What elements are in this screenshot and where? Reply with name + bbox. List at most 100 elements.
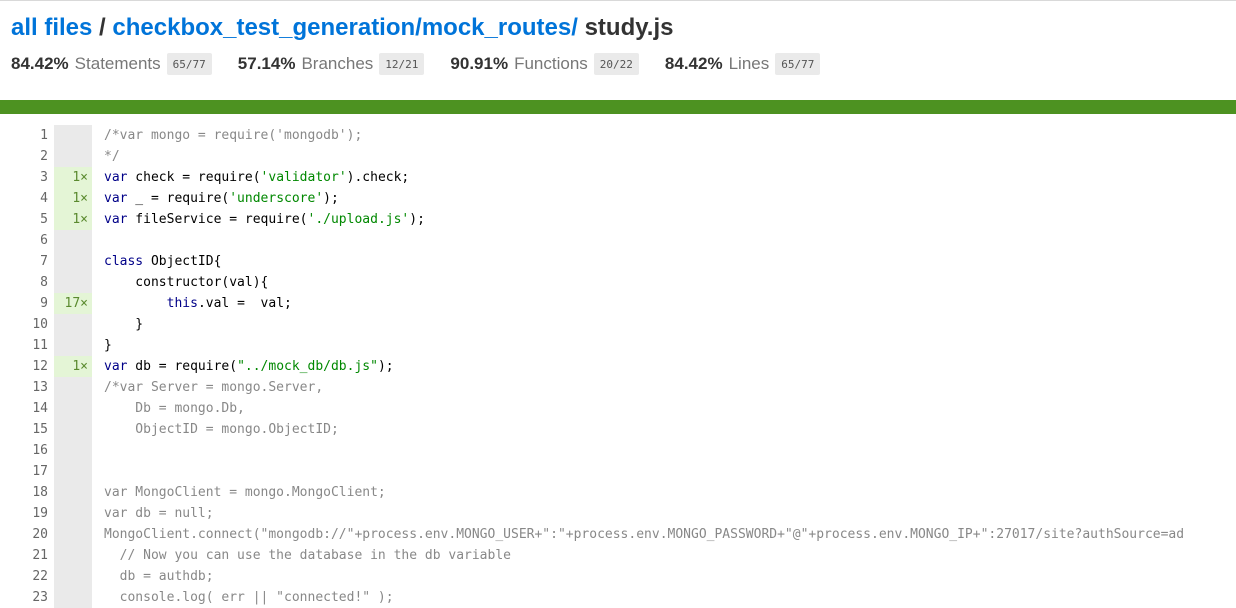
line-number[interactable]: 19 [0,506,48,521]
hit-count [54,230,92,251]
hit-count [54,251,92,272]
statements-percent: 84.42% [11,54,69,73]
source-text: var fileService = require('./upload.js')… [104,212,425,227]
line-number[interactable]: 1 [0,128,48,143]
source-text: Db = mongo.Db, [104,401,245,416]
line-number[interactable]: 21 [0,548,48,563]
source-code-view: 1 /*var mongo = require('mongodb'); 2 */ 3 1×… [0,125,1236,608]
code-line: 2 */ [0,146,1236,167]
functions-label: Functions [514,54,588,73]
hit-count [54,419,92,440]
line-number[interactable]: 8 [0,275,48,290]
code-token: var MongoClient = mongo.MongoClient; [104,485,386,500]
code-line: 21 // Now you can use the database in th… [0,545,1236,566]
line-number[interactable]: 10 [0,317,48,332]
code-token: var db = null; [104,506,214,521]
source-text: /*var mongo = require('mongodb'); [104,128,362,143]
functions-percent: 90.91% [450,54,509,73]
code-line: 17 [0,461,1236,482]
code-line: 14 Db = mongo.Db, [0,398,1236,419]
code-token: } [104,338,112,353]
lines-label: Lines [728,54,770,73]
code-line: 3 1× var check = require('validator').chec… [0,167,1236,188]
source-text: */ [104,149,120,164]
line-number[interactable]: 15 [0,422,48,437]
line-number[interactable]: 13 [0,380,48,395]
breadcrumb-current-file: study.js [577,14,674,41]
source-text: class ObjectID{ [104,254,221,269]
breadcrumb-separator: / [92,14,113,41]
code-token: MongoClient.connect("mongodb://"+process… [104,527,1185,542]
code-token: var [104,212,128,227]
code-token: console.log( err || "connected!" ); [104,590,394,605]
line-number[interactable]: 11 [0,338,48,353]
code-token: ); [323,191,339,206]
source-text: } [104,317,143,332]
line-number[interactable]: 2 [0,149,48,164]
hit-count [54,461,92,482]
source-text: constructor(val){ [104,275,268,290]
code-token: db = require( [127,359,238,374]
breadcrumb: all files / checkbox_test_generation/moc… [11,13,846,43]
code-token: } [104,317,144,332]
line-number[interactable]: 20 [0,527,48,542]
source-text: db = authdb; [104,569,214,584]
branches-fraction-badge: 12/21 [379,53,425,75]
coverage-status-bar [0,100,1236,114]
line-number[interactable]: 5 [0,212,48,227]
line-number[interactable]: 16 [0,443,48,458]
hit-count [54,335,92,356]
branches-percent: 57.14% [237,54,296,73]
line-number[interactable]: 18 [0,485,48,500]
line-number[interactable]: 7 [0,254,48,269]
code-token: 'underscore' [229,191,324,206]
hit-count [54,482,92,503]
hit-count: 1× [54,167,92,188]
breadcrumb-all-files-link[interactable]: all files [11,14,92,41]
code-token: ).check; [346,170,410,185]
hit-count [54,566,92,587]
code-token: ); [409,212,425,227]
code-line: 5 1× var fileService = require('./upload.j… [0,209,1236,230]
lines-fraction-badge: 65/77 [775,53,821,75]
hit-count [54,314,92,335]
functions-stat: 90.91% Functions 20/22 [450,53,639,75]
line-number[interactable]: 6 [0,233,48,248]
code-token: ); [377,359,394,374]
line-number[interactable]: 9 [0,296,48,311]
line-number[interactable]: 14 [0,401,48,416]
source-text: MongoClient.connect("mongodb://"+process… [104,527,1184,542]
top-border [0,0,1236,1]
line-number[interactable]: 4 [0,191,48,206]
source-text: var db = require("../mock_db/db.js"); [104,359,394,374]
code-token: db = authdb; [104,569,214,584]
code-line: 7 class ObjectID{ [0,251,1236,272]
source-text: var MongoClient = mongo.MongoClient; [104,485,386,500]
hit-count [54,545,92,566]
line-number[interactable]: 23 [0,590,48,605]
code-line: 18 var MongoClient = mongo.MongoClient; [0,482,1236,503]
line-number[interactable]: 17 [0,464,48,479]
hit-count [54,440,92,461]
code-line: 13 /*var Server = mongo.Server, [0,377,1236,398]
code-token: class [104,254,144,269]
code-token: './upload.js' [307,212,410,227]
code-line: 22 db = authdb; [0,566,1236,587]
code-token: /*var Server = mongo.Server, [104,380,324,395]
code-line: 11} [0,335,1236,356]
code-line: 19 var db = null; [0,503,1236,524]
source-text: var check = require('validator').check; [104,170,409,185]
line-number[interactable]: 22 [0,569,48,584]
hit-count [54,125,92,146]
source-text: } [104,338,112,353]
hit-count [54,377,92,398]
code-line: 1 /*var mongo = require('mongodb'); [0,125,1236,146]
code-token: constructor(val){ [104,275,269,290]
code-token: ObjectID = mongo.ObjectID; [104,422,339,437]
breadcrumb-folder-link[interactable]: checkbox_test_generation/mock_routes/ [112,14,578,41]
code-token: this [166,296,198,311]
code-token: var [104,170,128,185]
line-number[interactable]: 3 [0,170,48,185]
line-number[interactable]: 12 [0,359,48,374]
